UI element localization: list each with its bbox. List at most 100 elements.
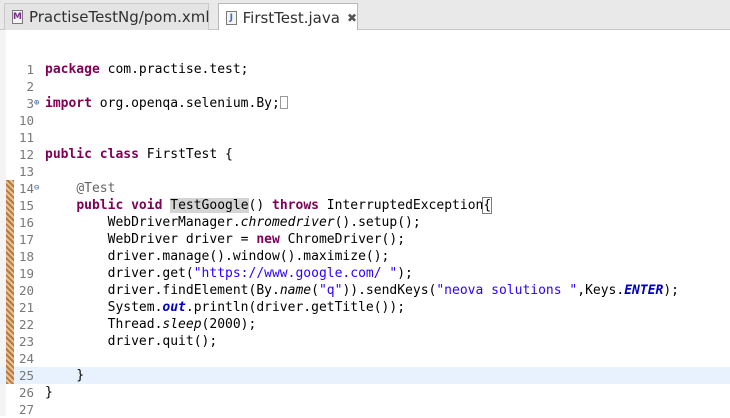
code-text: package com.practise.test;	[45, 61, 249, 78]
line-number: 21	[18, 300, 34, 315]
close-icon[interactable]: ✖	[347, 11, 357, 25]
line-number: 20	[18, 283, 34, 298]
change-marker	[6, 350, 14, 367]
code-token: class	[99, 147, 139, 162]
code-line[interactable]: 19 driver.get("https://www.google.com/ "…	[0, 265, 730, 282]
code-line[interactable]: 22 Thread.sleep(2000);	[0, 316, 730, 333]
line-number: 1	[26, 62, 34, 77]
code-text: import org.openqa.selenium.By;	[45, 95, 288, 112]
line-number: 14	[18, 181, 34, 196]
line-number: 13	[18, 164, 34, 179]
line-number: 15	[18, 198, 34, 213]
code-token: @Test	[76, 181, 116, 196]
code-line[interactable]: 16 WebDriverManager.chromedriver().setup…	[0, 214, 730, 231]
line-number: 27	[18, 402, 34, 417]
change-marker	[6, 197, 14, 214]
code-line[interactable]: 18 driver.manage().window().maximize();	[0, 248, 730, 265]
code-token: ChromeDriver();	[279, 232, 406, 247]
code-token: driver.quit();	[45, 334, 218, 349]
line-number: 19	[18, 266, 34, 281]
change-marker	[6, 316, 14, 333]
code-token: new	[256, 232, 280, 247]
code-token: );	[397, 266, 413, 281]
tab-pom-xml[interactable]: M PractiseTestNg/pom.xml	[4, 3, 210, 30]
code-line[interactable]: 26}	[0, 384, 730, 401]
code-line[interactable]: 14 ⊖ @Test	[0, 180, 730, 197]
code-text: WebDriverManager.chromedriver().setup();	[45, 214, 421, 231]
code-token: FirstTest {	[138, 147, 233, 162]
code-token: package	[45, 62, 100, 77]
code-line[interactable]: 23 driver.quit();	[0, 333, 730, 350]
line-number: 11	[18, 130, 34, 145]
code-token: ()	[248, 198, 273, 213]
code-line[interactable]: 24	[0, 350, 730, 367]
code-text: public class FirstTest {	[45, 146, 233, 163]
java-file-icon: J	[226, 10, 237, 25]
change-marker	[6, 231, 14, 248]
code-token: )).sendKeys(	[342, 283, 437, 298]
code-token: driver.manage().window().maximize();	[45, 249, 390, 264]
line-number: 3	[26, 96, 34, 111]
code-line[interactable]: 1 package com.practise.test;	[0, 61, 730, 78]
code-text: driver.get("https://www.google.com/ ");	[45, 265, 413, 282]
code-token: (	[311, 283, 319, 298]
xml-file-icon: M	[12, 10, 23, 24]
code-token: WebDriver driver =	[45, 232, 257, 247]
code-line[interactable]: 11	[0, 129, 730, 146]
tab-label: FirstTest.java	[242, 8, 340, 27]
line-number: 18	[18, 249, 34, 264]
code-token: TestGoogle	[170, 198, 249, 213]
fold-collapse-icon[interactable]: ⊖	[34, 180, 39, 197]
code-token: chromedriver	[240, 215, 335, 230]
code-line[interactable]: 17 WebDriver driver = new ChromeDriver()…	[0, 231, 730, 248]
code-line[interactable]: 15 public void TestGoogle() throws Inter…	[0, 197, 730, 214]
code-token: ().setup();	[334, 215, 421, 230]
code-line[interactable]: 13	[0, 163, 730, 180]
code-token: com.practise.test;	[99, 62, 249, 77]
code-line[interactable]: 21 System.out.println(driver.getTitle())…	[0, 299, 730, 316]
code-text: WebDriver driver = new ChromeDriver();	[45, 231, 405, 248]
code-line[interactable]: 27	[0, 401, 730, 418]
code-text: public void TestGoogle() throws Interrup…	[45, 197, 493, 214]
code-token: import	[45, 96, 92, 111]
code-text: driver.manage().window().maximize();	[45, 248, 390, 265]
code-line[interactable]: 20 driver.findElement(By.name("q")).send…	[0, 282, 730, 299]
code-token: driver.get(	[45, 266, 194, 281]
fold-expand-icon[interactable]: ⊕	[34, 95, 39, 112]
code-line[interactable]: 3 ⊕ import org.openqa.selenium.By;	[0, 95, 730, 112]
change-marker	[6, 282, 14, 299]
code-text: }	[45, 384, 53, 401]
code-token: System.	[45, 300, 163, 315]
code-token: (2000);	[201, 317, 257, 332]
code-token: "neova solutions "	[436, 283, 578, 298]
code-line[interactable]: 10	[0, 112, 730, 129]
code-line[interactable]: 2	[0, 78, 730, 95]
line-number: 10	[18, 113, 34, 128]
change-marker	[6, 367, 14, 384]
code-token: void	[131, 198, 163, 213]
code-token: ENTER	[624, 283, 664, 298]
code-token: ,Keys.	[577, 283, 625, 298]
line-number: 2	[26, 79, 34, 94]
code-token: public	[76, 198, 124, 213]
code-token: );	[663, 283, 680, 298]
code-text: Thread.sleep(2000);	[45, 316, 257, 333]
code-line[interactable]: 12 public class FirstTest {	[0, 146, 730, 163]
line-number: 17	[18, 232, 34, 247]
code-line[interactable]: 25 }	[0, 367, 730, 384]
tab-firsttest-java[interactable]: J FirstTest.java ✖	[218, 3, 358, 31]
code-token: Thread.	[45, 317, 163, 332]
code-token: {	[482, 197, 493, 214]
code-token: InterruptedException	[318, 198, 484, 213]
tab-label: PractiseTestNg/pom.xml	[28, 8, 210, 26]
code-token: driver.findElement(By.	[45, 283, 280, 298]
code-token: out	[162, 300, 186, 315]
code-token: sleep	[162, 317, 202, 332]
change-marker	[6, 333, 14, 350]
code-text: }	[45, 367, 84, 384]
code-token: public	[45, 147, 92, 162]
change-marker	[6, 248, 14, 265]
